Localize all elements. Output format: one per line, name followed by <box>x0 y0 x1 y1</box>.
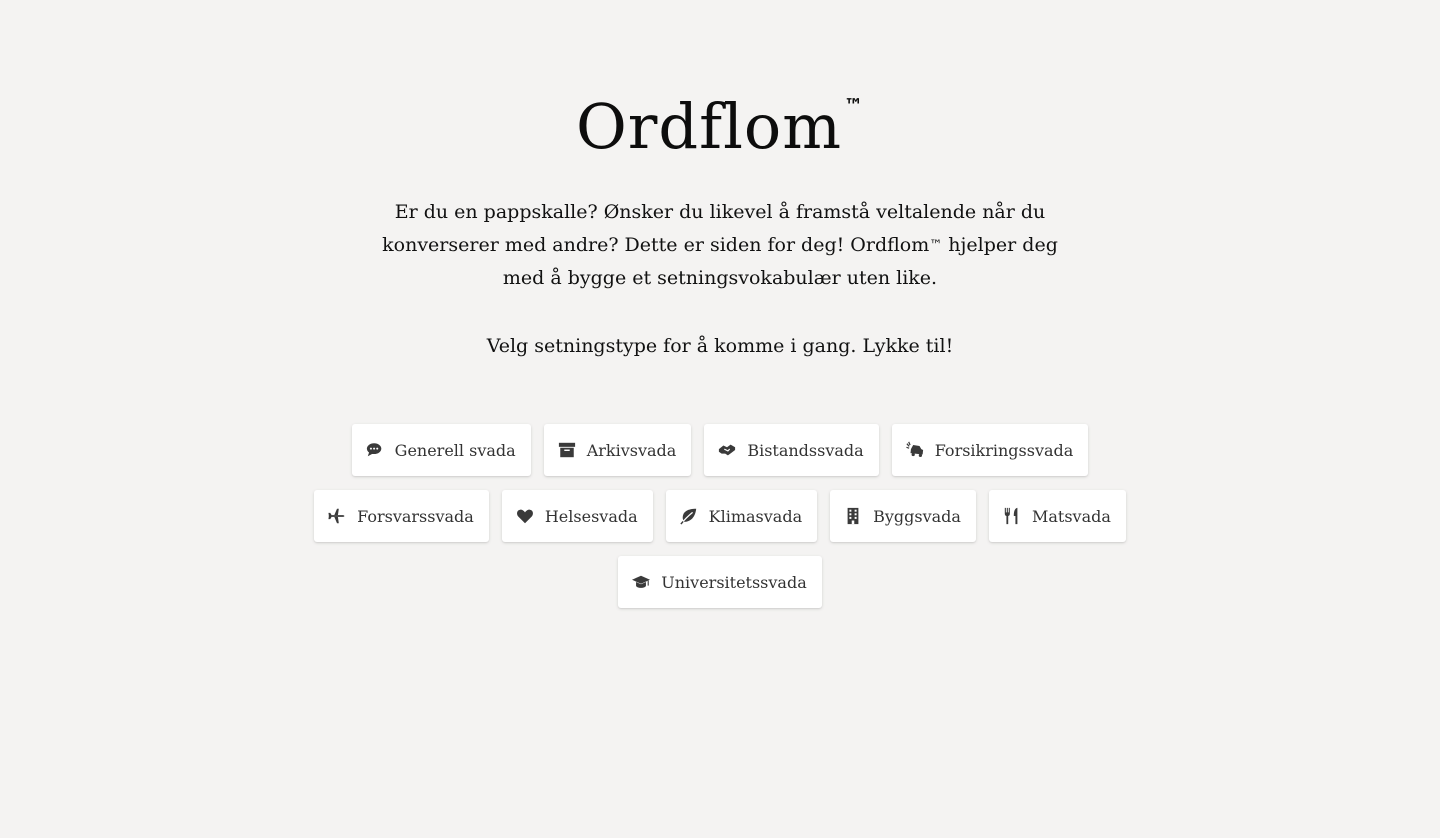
button-label: Forsikringssvada <box>934 440 1074 460</box>
bistandssvada-button[interactable]: Bistandssvada <box>704 424 879 476</box>
call-to-action: Velg setningstype for å komme i gang. Ly… <box>486 335 954 357</box>
fork-knife-icon <box>1003 507 1021 525</box>
arkivsvada-button[interactable]: Arkivsvada <box>543 424 692 476</box>
button-label: Byggsvada <box>873 506 961 526</box>
chat-bubble-icon <box>366 441 384 459</box>
building-icon <box>844 507 862 525</box>
title-text: Ordflom <box>575 90 843 163</box>
heart-icon <box>516 507 534 525</box>
klimasvada-button[interactable]: Klimasvada <box>665 490 818 542</box>
byggsvada-button[interactable]: Byggsvada <box>830 490 976 542</box>
car-crash-icon <box>905 441 924 459</box>
generell-svada-button[interactable]: Generell svada <box>351 424 531 476</box>
forsvarssvada-button[interactable]: Forsvarssvada <box>314 490 489 542</box>
button-row-3: Universitetssvada <box>0 556 1440 608</box>
intro-trademark: ™ <box>929 238 943 253</box>
handshake-icon <box>718 441 736 459</box>
button-label: Klimasvada <box>708 506 803 526</box>
airplane-icon <box>328 507 346 525</box>
graduation-cap-icon <box>632 573 651 591</box>
button-label: Universitetssvada <box>661 572 807 592</box>
button-row-1: Generell svada Arkivsvada Bistandssvada … <box>0 424 1440 476</box>
button-label: Arkivsvada <box>586 440 677 460</box>
button-label: Forsvarssvada <box>357 506 474 526</box>
universitetssvada-button[interactable]: Universitetssvada <box>618 556 822 608</box>
button-row-2: Forsvarssvada Helsesvada Klimasvada Bygg… <box>0 490 1440 542</box>
button-label: Bistandssvada <box>747 440 864 460</box>
button-label: Helsesvada <box>544 506 638 526</box>
intro-text: Er du en pappskalle? Ønsker du likevel å… <box>360 196 1080 295</box>
page: Ordflom ™ Er du en pappskalle? Ønsker du … <box>0 0 1440 838</box>
matsvada-button[interactable]: Matsvada <box>988 490 1126 542</box>
page-title: Ordflom ™ <box>0 66 1440 167</box>
helsesvada-button[interactable]: Helsesvada <box>501 490 653 542</box>
forsikringssvada-button[interactable]: Forsikringssvada <box>891 424 1089 476</box>
button-label: Matsvada <box>1031 506 1111 526</box>
archive-box-icon <box>558 441 576 459</box>
leaf-icon <box>679 507 698 525</box>
trademark-symbol: ™ <box>844 95 865 117</box>
button-label: Generell svada <box>394 440 516 460</box>
